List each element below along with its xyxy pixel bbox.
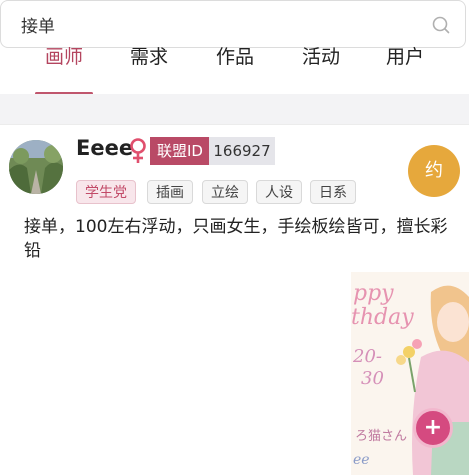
artwork-text-6: ee bbox=[353, 452, 370, 468]
tag-student[interactable]: 学生党 bbox=[76, 180, 136, 204]
artwork-text-2: thday bbox=[351, 305, 414, 330]
tab-works[interactable]: 作品 bbox=[200, 42, 270, 69]
tab-activity[interactable]: 活动 bbox=[286, 42, 356, 69]
tab-users[interactable]: 用户 bbox=[370, 42, 440, 69]
artwork-thumbnail[interactable]: ppy thday 20- 30 ろ猫さん ee bbox=[351, 272, 469, 475]
tab-painter[interactable]: 画师 bbox=[29, 42, 99, 69]
tag-japanese-style[interactable]: 日系 bbox=[310, 180, 356, 204]
league-id-label: 联盟ID bbox=[150, 137, 210, 165]
artwork-text-1: ppy bbox=[353, 281, 394, 306]
search-bar[interactable]: 接单 bbox=[0, 0, 466, 48]
tag-character-design[interactable]: 人设 bbox=[256, 180, 302, 204]
artwork-text-5: ろ猫さん bbox=[355, 429, 407, 444]
book-button[interactable]: 约 bbox=[408, 145, 460, 197]
league-id-value: 166927 bbox=[209, 137, 275, 165]
tab-demand[interactable]: 需求 bbox=[114, 42, 184, 69]
artwork-text-3: 20- bbox=[352, 346, 382, 367]
tag-illustration[interactable]: 插画 bbox=[147, 180, 193, 204]
post-description: 接单，100左右浮动，只画女生，手绘板绘皆可，擅长彩铅 bbox=[24, 217, 448, 261]
add-button[interactable]: + bbox=[413, 408, 453, 448]
avatar[interactable] bbox=[9, 140, 63, 194]
female-icon bbox=[130, 138, 146, 163]
section-divider bbox=[0, 94, 469, 125]
search-icon[interactable] bbox=[431, 15, 451, 35]
user-name[interactable]: Eeee bbox=[76, 136, 133, 160]
artwork-text-4: 30 bbox=[361, 368, 384, 389]
tag-standing-art[interactable]: 立绘 bbox=[202, 180, 248, 204]
category-tabs: 画师 需求 作品 活动 用户 bbox=[0, 46, 469, 95]
search-input[interactable]: 接单 bbox=[21, 12, 55, 37]
